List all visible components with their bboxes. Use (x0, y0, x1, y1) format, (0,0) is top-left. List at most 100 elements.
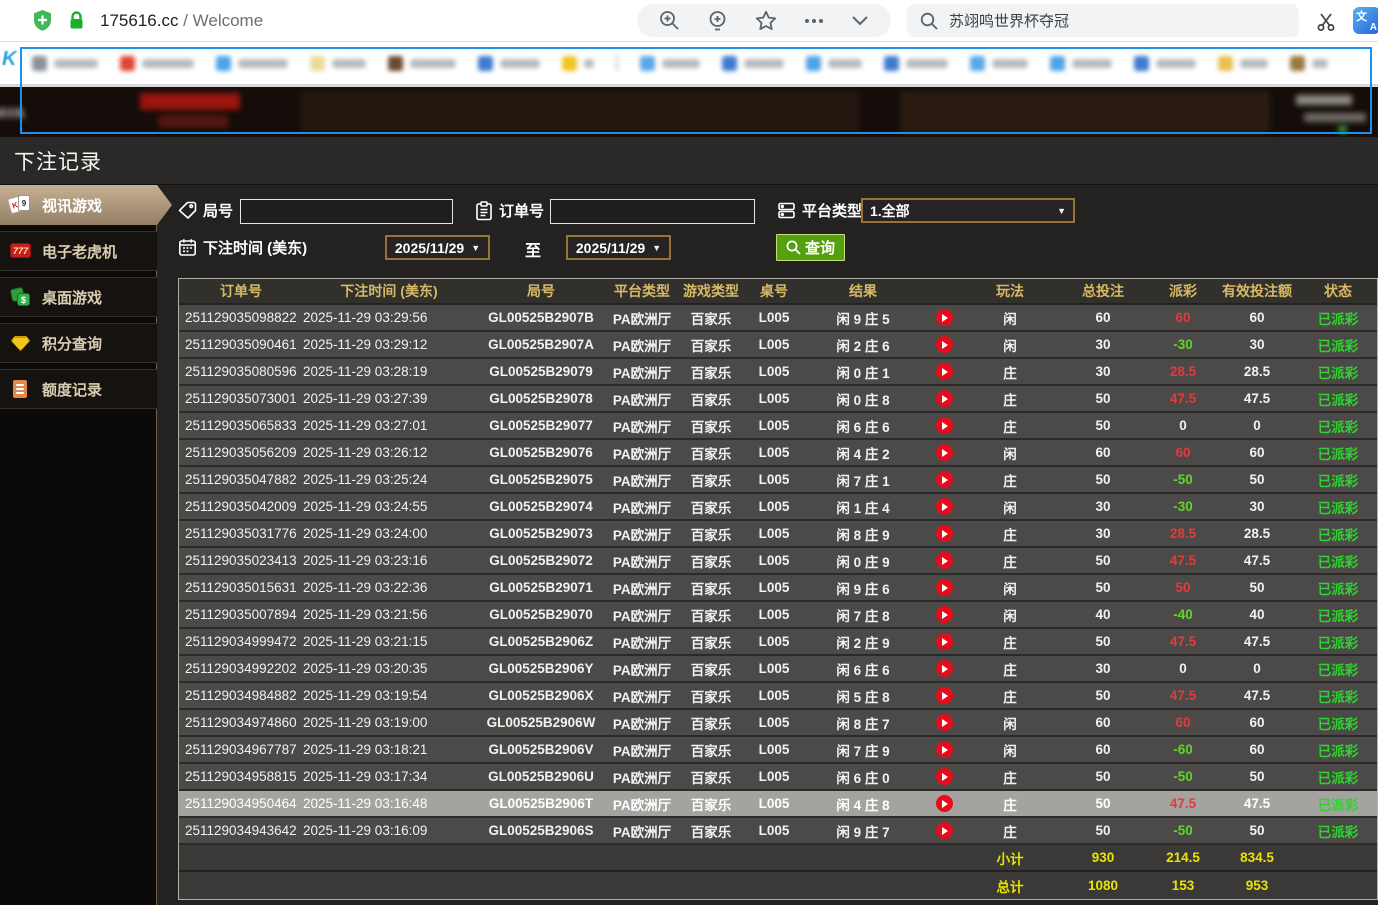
cell-bet-time: 2025-11-29 03:27:39 (303, 391, 475, 406)
cell-game-type: 百家乐 (677, 497, 745, 517)
sidebar-item-5[interactable]: 额度记录 (0, 369, 157, 409)
sidebar-item-2[interactable]: 777电子老虎机 (0, 231, 157, 271)
lock-icon[interactable] (68, 10, 85, 31)
slot-777-glyph: 777 (10, 243, 31, 258)
dice-front: $ (17, 293, 30, 306)
sidebar-item-3[interactable]: $桌面游戏 (0, 277, 157, 317)
bookmark-item[interactable] (1134, 56, 1196, 71)
bookmark-item[interactable] (1290, 56, 1328, 71)
cell-status: 已派彩 (1299, 335, 1377, 355)
cell-bet-on: 庄 (965, 389, 1055, 409)
cell-table-no: L005 (745, 607, 803, 622)
play-video-button[interactable] (936, 525, 953, 542)
cell-order-no: 251129035015631 (179, 580, 303, 595)
bookmark-item[interactable] (1050, 56, 1112, 71)
cell-valid-bet: 28.5 (1215, 364, 1299, 379)
query-button[interactable]: 查询 (776, 234, 845, 261)
play-video-button[interactable] (936, 768, 953, 785)
cell-status: 已派彩 (1299, 632, 1377, 652)
play-video-button[interactable] (936, 552, 953, 569)
zoom-in-icon[interactable] (659, 10, 680, 31)
bookmark-item[interactable] (806, 56, 862, 71)
cell-total-bet: 30 (1055, 499, 1151, 514)
bookmark-label-blur (1156, 59, 1196, 68)
bookmark-item[interactable] (884, 56, 948, 71)
bookmark-item[interactable] (32, 56, 98, 71)
bookmark-item[interactable] (562, 56, 594, 71)
play-video-button[interactable] (936, 606, 953, 623)
translate-icon[interactable]: 文A (1353, 7, 1378, 34)
bookmark-item[interactable] (640, 56, 700, 71)
bookmark-item[interactable] (970, 56, 1028, 71)
cell-status: 已派彩 (1299, 821, 1377, 841)
bookmark-item[interactable] (310, 56, 366, 71)
play-video-button[interactable] (936, 822, 953, 839)
cell-order-no: 251129035007894 (179, 607, 303, 622)
cell-payout: 47.5 (1151, 553, 1215, 568)
header-col-2: 下注时间 (美东) (303, 281, 475, 301)
bookmark-star-icon[interactable] (755, 10, 777, 31)
bookmark-item[interactable] (120, 56, 194, 71)
cell-order-no: 251129034958815 (179, 769, 303, 784)
cell-bet-on: 闲 (965, 578, 1055, 598)
cell-result: 闲 6 庄 0 (803, 767, 923, 787)
bookmark-favicon-icon (478, 56, 493, 71)
cell-order-no: 251129034967787 (179, 742, 303, 757)
sidebar-item-4[interactable]: 积分查询 (0, 323, 157, 363)
cell-result: 闲 9 庄 6 (803, 578, 923, 598)
order-no-input[interactable] (550, 199, 755, 224)
play-video-button[interactable] (936, 390, 953, 407)
cell-payout: -30 (1151, 337, 1215, 352)
cell-platform: PA欧洲厅 (607, 740, 677, 760)
bookmark-item[interactable] (216, 56, 288, 71)
cell-play (923, 444, 965, 461)
cell-platform: PA欧洲厅 (607, 659, 677, 679)
round-no-input[interactable] (240, 199, 453, 224)
cell-result: 闲 8 庄 7 (803, 713, 923, 733)
cell-total-bet: 60 (1055, 715, 1151, 730)
cell-status: 已派彩 (1299, 713, 1377, 733)
cell-status: 已派彩 (1299, 740, 1377, 760)
caret-down-icon: ▼ (652, 243, 661, 253)
browser-search-box[interactable]: 苏翊鸣世界杯夺冠 (907, 4, 1299, 37)
chevron-down-icon[interactable] (851, 15, 869, 26)
bookmark-item[interactable] (722, 56, 784, 71)
scissors-icon[interactable] (1315, 10, 1337, 32)
bookmark-item[interactable] (478, 56, 540, 71)
play-video-button[interactable] (936, 336, 953, 353)
cell-status: 已派彩 (1299, 767, 1377, 787)
play-video-button[interactable] (936, 444, 953, 461)
platform-type-select[interactable]: 1.全部 ▼ (861, 198, 1075, 223)
search-query-text: 苏翊鸣世界杯夺冠 (949, 10, 1069, 31)
cell-valid-bet: 47.5 (1215, 553, 1299, 568)
shield-add-icon[interactable] (32, 9, 53, 32)
date-to-select[interactable]: 2025/11/29 ▼ (566, 235, 671, 260)
sidebar-item-1[interactable]: K9视讯游戏 (0, 185, 172, 225)
play-video-button[interactable] (936, 633, 953, 650)
play-video-button[interactable] (936, 741, 953, 758)
play-video-button[interactable] (936, 795, 953, 812)
cell-game-type: 百家乐 (677, 578, 745, 598)
date-from-select[interactable]: 2025/11/29 ▼ (385, 235, 490, 260)
cell-bet-time: 2025-11-29 03:24:55 (303, 499, 475, 514)
bookmark-item[interactable] (1218, 56, 1268, 71)
cell-status: 已派彩 (1299, 470, 1377, 490)
cell-bet-time: 2025-11-29 03:28:19 (303, 364, 475, 379)
play-video-button[interactable] (936, 687, 953, 704)
play-video-button[interactable] (936, 498, 953, 515)
cell-round-no: GL00525B2906Y (475, 661, 607, 676)
play-video-button[interactable] (936, 417, 953, 434)
cell-play (923, 336, 965, 353)
address-url[interactable]: 175616.cc / Welcome (100, 11, 263, 31)
lightbulb-add-icon[interactable] (707, 10, 728, 32)
play-video-button[interactable] (936, 579, 953, 596)
cell-platform: PA欧洲厅 (607, 470, 677, 490)
more-options-icon[interactable] (804, 18, 824, 24)
play-video-button[interactable] (936, 660, 953, 677)
play-video-button[interactable] (936, 309, 953, 326)
play-video-button[interactable] (936, 714, 953, 731)
play-video-button[interactable] (936, 471, 953, 488)
bookmark-item[interactable] (388, 56, 456, 71)
play-video-button[interactable] (936, 363, 953, 380)
browser-icon-group (637, 4, 891, 37)
